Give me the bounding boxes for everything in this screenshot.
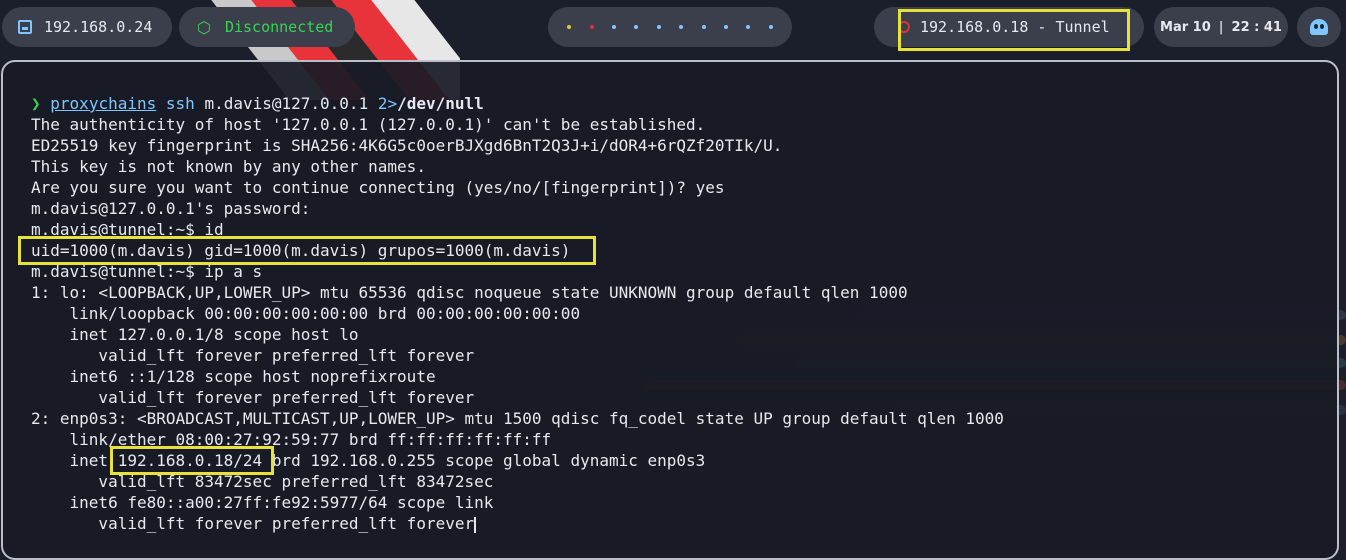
workspace-dot-8[interactable] — [723, 25, 728, 29]
cube-icon: ⬡ — [197, 17, 211, 37]
terminal-prompt: valid_lft forever preferred_lft forever — [31, 514, 475, 533]
command-args: ssh — [165, 94, 195, 113]
menu-button[interactable] — [1297, 7, 1341, 47]
workspace-dot-5[interactable] — [656, 25, 661, 29]
highlight-target — [898, 9, 1130, 51]
workspace-dot-2[interactable] — [589, 25, 594, 29]
monitor-icon — [18, 20, 32, 34]
terminal-line: inet6 ::1/128 scope host noprefixroute — [31, 367, 436, 386]
command-line: ❯ proxychains ssh m.davis@127.0.0.1 2>/d… — [31, 93, 1004, 114]
workspace-dot-6[interactable] — [679, 25, 684, 29]
command-program: proxychains — [50, 94, 157, 113]
local-ip-widget[interactable]: 192.168.0.24 — [2, 7, 172, 47]
terminal-line: valid_lft forever preferred_lft forever — [31, 388, 475, 407]
terminal-line: The authenticity of host '127.0.0.1 (127… — [31, 115, 706, 134]
terminal-cursor — [474, 516, 477, 533]
terminal-line: inet 127.0.0.1/8 scope host lo — [31, 325, 359, 344]
workspace-dot-7[interactable] — [701, 25, 706, 29]
time-text: 22 : 41 — [1231, 19, 1282, 35]
date-separator: | — [1218, 19, 1224, 35]
terminal-line: 1: lo: <LOOPBACK,UP,LOWER_UP> mtu 65536 … — [31, 283, 908, 302]
terminal-line: 2: enp0s3: <BROADCAST,MULTICAST,UP,LOWER… — [31, 409, 1004, 428]
date-text: Mar 10 — [1160, 19, 1211, 35]
terminal-line: ED25519 key fingerprint is SHA256:4K6G5c… — [31, 136, 783, 155]
vpn-status-text: Disconnected — [224, 18, 334, 36]
highlight-id-output — [18, 236, 596, 265]
terminal-line: valid_lft forever preferred_lft forever — [31, 346, 475, 365]
vpn-status-widget[interactable]: ⬡ Disconnected — [179, 7, 355, 47]
command-redirect: 2> — [377, 94, 398, 113]
terminal-line: link/loopback 00:00:00:00:00:00 brd 00:0… — [31, 304, 581, 323]
terminal-line: inet6 fe80::a00:27ff:fe92:5977/64 scope … — [31, 493, 494, 512]
local-ip-text: 192.168.0.24 — [44, 18, 153, 36]
terminal-line: Are you sure you want to continue connec… — [31, 178, 725, 197]
workspace-dot-1[interactable] — [567, 25, 572, 29]
workspace-dot-10[interactable] — [768, 25, 773, 29]
command-target: m.davis@127.0.0.1 — [204, 94, 369, 113]
terminal-window[interactable]: ❯ proxychains ssh m.davis@127.0.0.1 2>/d… — [1, 60, 1339, 560]
workspace-dot-3[interactable] — [611, 25, 616, 29]
highlight-inet-address — [110, 446, 274, 475]
workspace-dot-9[interactable] — [746, 25, 751, 29]
terminal-line: m.davis@127.0.0.1's password: — [31, 199, 311, 218]
ghost-icon — [1310, 19, 1328, 35]
prompt-arrow: ❯ — [31, 94, 41, 113]
terminal-line: This key is not known by any other names… — [31, 157, 426, 176]
datetime-widget[interactable]: Mar 10 | 22 : 41 — [1154, 7, 1288, 47]
command-redirect-path: /dev/null — [397, 94, 484, 113]
terminal-line[interactable]: valid_lft forever preferred_lft forever — [31, 513, 1004, 534]
workspace-switcher[interactable] — [548, 7, 792, 47]
workspace-dot-4[interactable] — [634, 25, 639, 29]
